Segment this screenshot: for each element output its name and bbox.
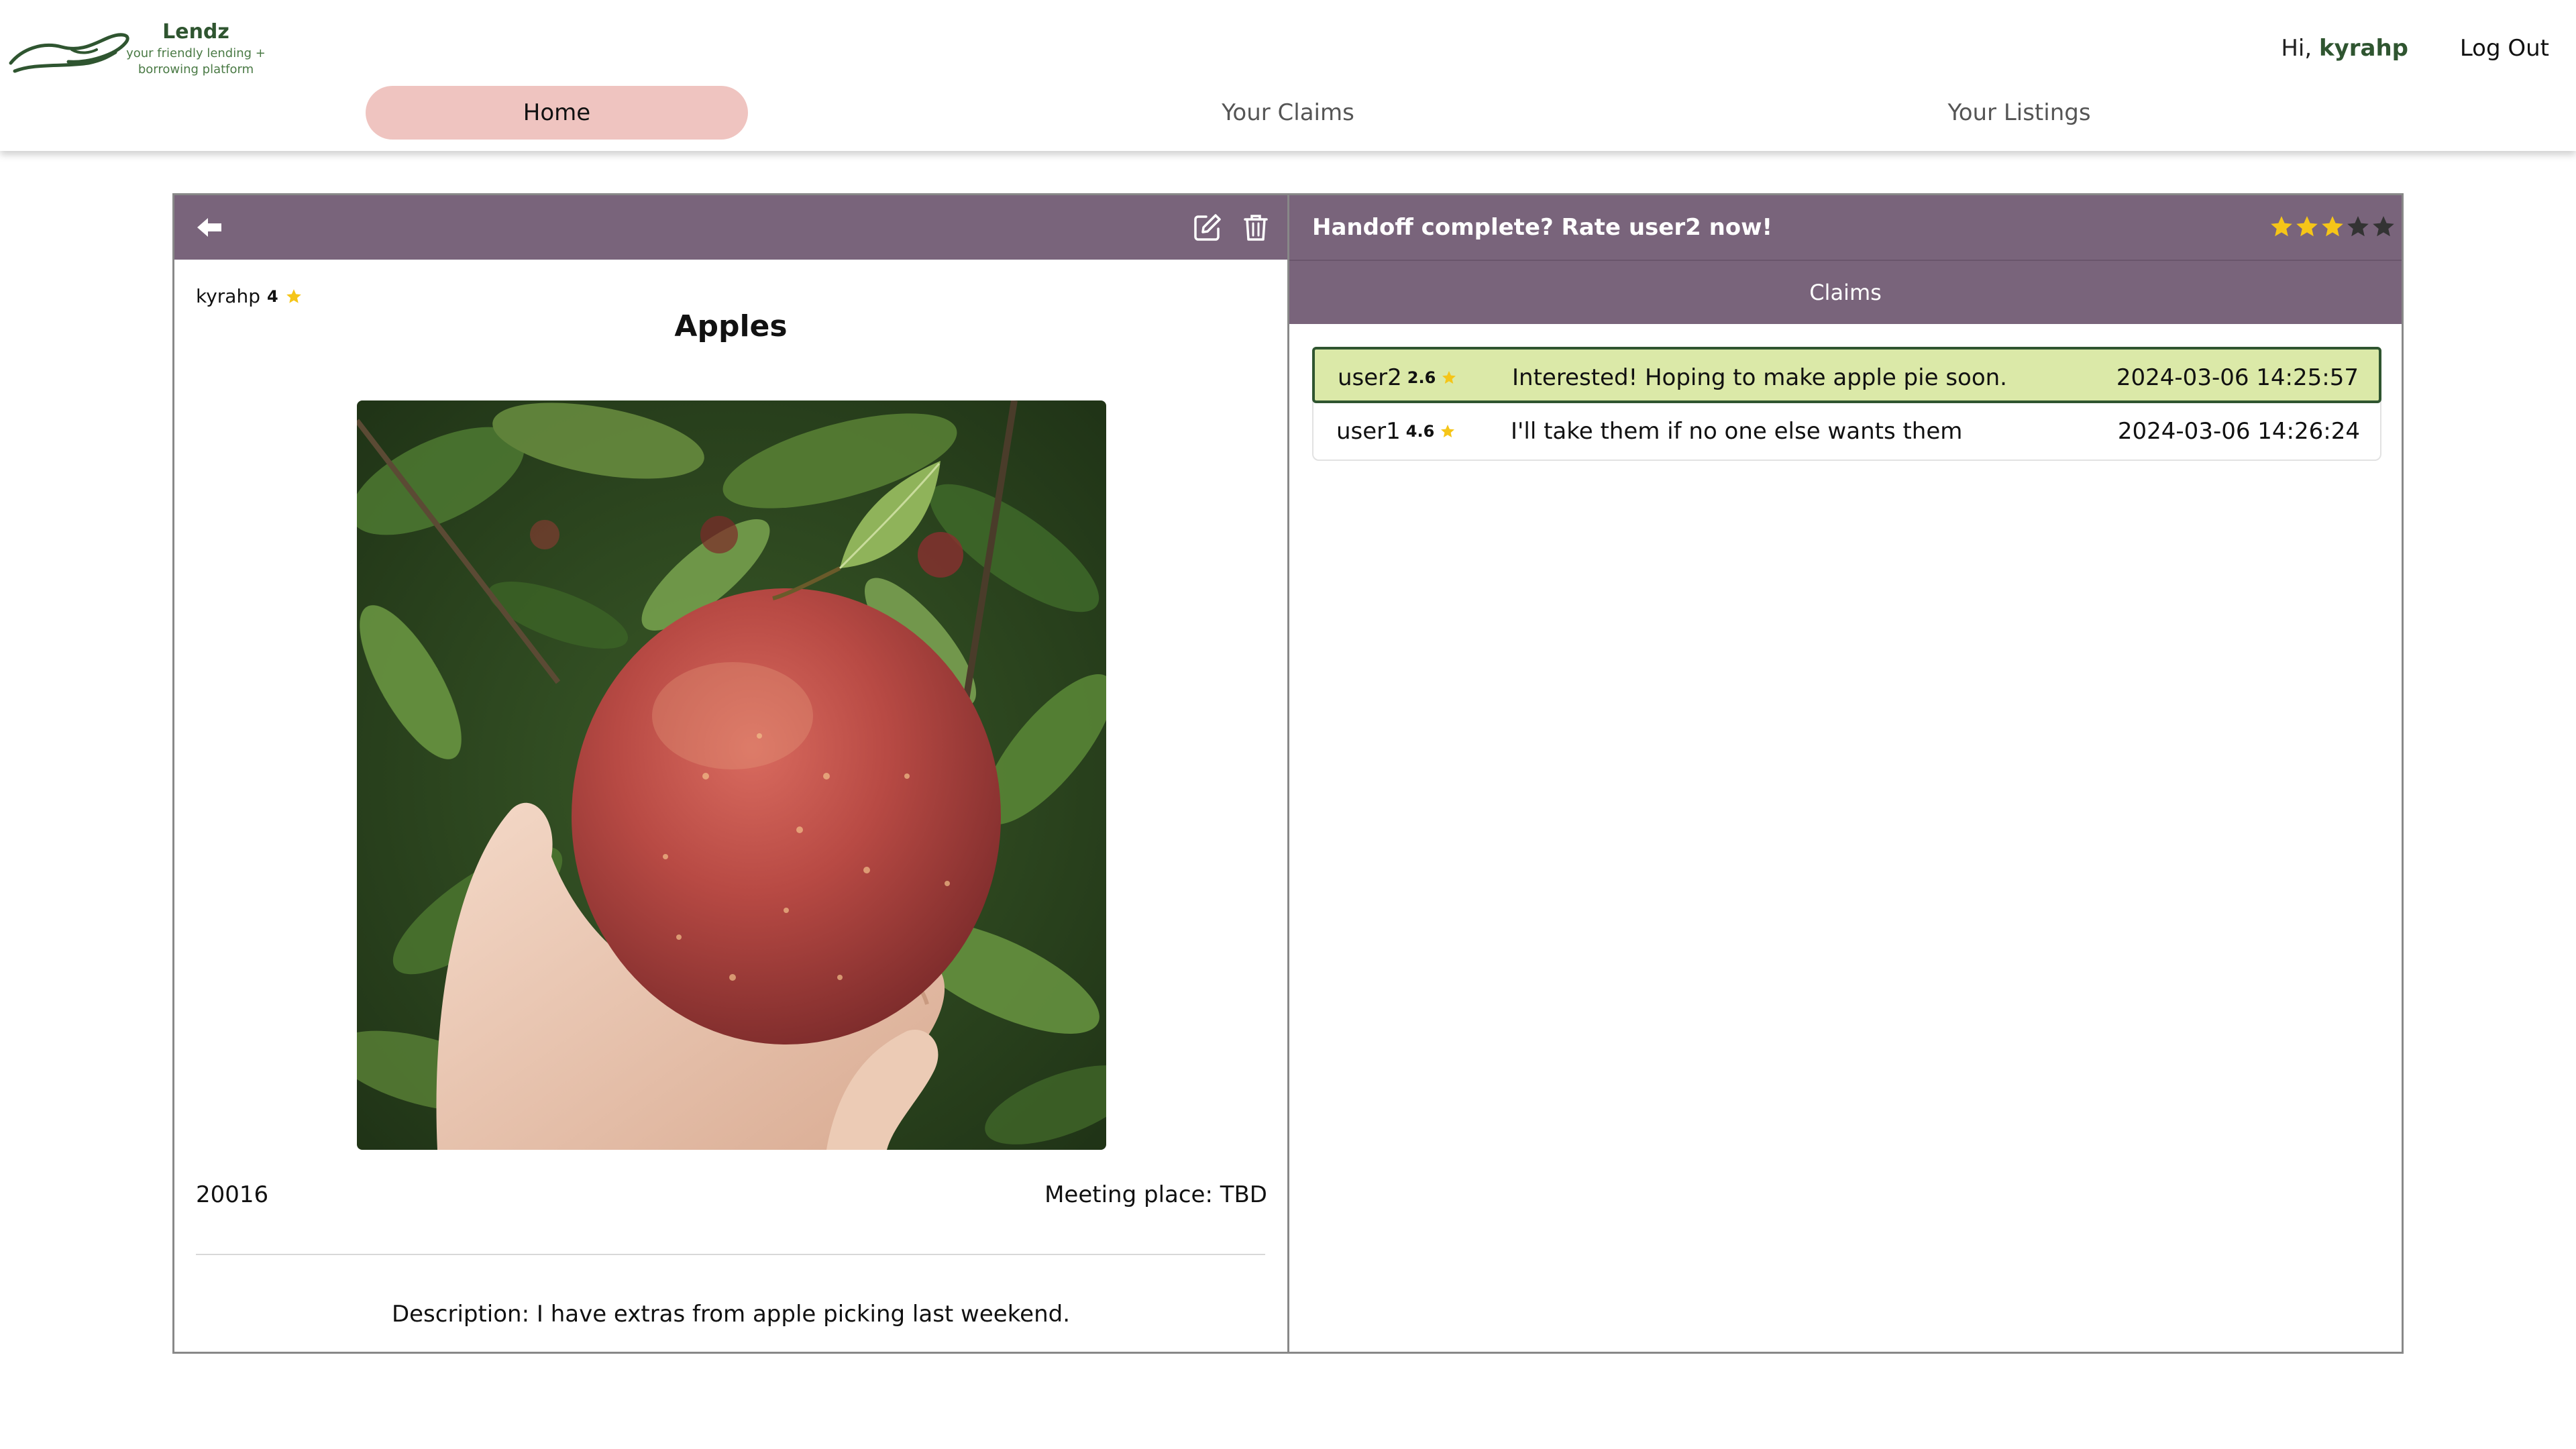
tab-your-claims[interactable]: Your Claims (1097, 86, 1479, 140)
logo-tagline: your friendly lending + borrowing platfo… (115, 46, 276, 78)
claims-title: Claims (1289, 260, 2402, 324)
claims-section: Handoff complete? Rate user2 now! Claims… (1289, 195, 2402, 1352)
claim-row[interactable]: user2 2.6 Interested! Hoping to make app… (1312, 347, 2381, 403)
claim-user-rating: 4.6 (1405, 422, 1435, 441)
tab-home[interactable]: Home (366, 86, 748, 140)
claim-timestamp: 2024-03-06 14:25:57 (2116, 364, 2359, 391)
star-icon[interactable] (2269, 214, 2294, 239)
top-header: Lendz your friendly lending + borrowing … (0, 0, 2576, 151)
claim-timestamp: 2024-03-06 14:26:24 (2117, 418, 2360, 445)
divider (196, 1254, 1265, 1255)
trash-icon[interactable] (1240, 211, 1272, 244)
logo-tagline-line1: your friendly lending + (126, 46, 266, 60)
star-icon[interactable] (2320, 214, 2345, 239)
star-icon (286, 288, 301, 303)
claim-username: user1 (1336, 418, 1401, 445)
user-greeting: Hi, kyrahp (2281, 35, 2408, 62)
apple-photo (357, 400, 1106, 1150)
logout-button[interactable]: Log Out (2460, 35, 2549, 62)
listing-zip-code: 20016 (196, 1181, 269, 1208)
rate-prompt: Handoff complete? Rate user2 now! (1312, 214, 1773, 241)
star-icon (1441, 425, 1455, 437)
claim-user: user2 2.6 (1338, 350, 1457, 406)
listing-detail-panel: kyrahp 4 Apples 20016 Meeting place: TBD… (172, 193, 2404, 1354)
claim-message: I'll take them if no one else wants them (1511, 418, 1963, 445)
claims-list: user2 2.6 Interested! Hoping to make app… (1312, 347, 2381, 461)
arrow-left-icon[interactable] (193, 211, 225, 244)
claim-username: user2 (1338, 364, 1402, 391)
listing-title: Apples (674, 309, 788, 343)
listing-details: kyrahp 4 Apples 20016 Meeting place: TBD… (174, 195, 1289, 1352)
listing-owner: kyrahp 4 (196, 285, 303, 307)
claim-row[interactable]: user1 4.6 I'll take them if no one else … (1313, 403, 2380, 460)
claim-user: user1 4.6 (1336, 403, 1456, 460)
lendz-logo[interactable]: Lendz your friendly lending + borrowing … (8, 20, 276, 80)
tab-your-listings[interactable]: Your Listings (1828, 86, 2210, 140)
claim-message: Interested! Hoping to make apple pie soo… (1512, 364, 2007, 391)
star-outline-icon[interactable] (2345, 214, 2371, 239)
star-icon[interactable] (2294, 214, 2320, 239)
greeting-prefix: Hi, (2281, 35, 2312, 62)
listing-description: Description: I have extras from apple pi… (391, 1301, 1071, 1328)
owner-name: kyrahp (196, 285, 260, 307)
logo-name: Lendz (162, 20, 229, 44)
rating-stars[interactable] (2269, 214, 2396, 241)
listing-toolbar (174, 195, 1287, 260)
claim-user-rating: 2.6 (1407, 368, 1436, 387)
star-icon (1442, 371, 1456, 384)
edit-icon[interactable] (1191, 211, 1224, 244)
owner-rating: 4 (266, 286, 278, 306)
meeting-place: Meeting place: TBD (1044, 1181, 1267, 1208)
star-outline-icon[interactable] (2371, 214, 2396, 239)
logo-tagline-line2: borrowing platform (138, 62, 254, 76)
listing-photo (357, 400, 1106, 1150)
greeting-username: kyrahp (2318, 35, 2408, 62)
rating-bar: Handoff complete? Rate user2 now! (1289, 195, 2402, 260)
